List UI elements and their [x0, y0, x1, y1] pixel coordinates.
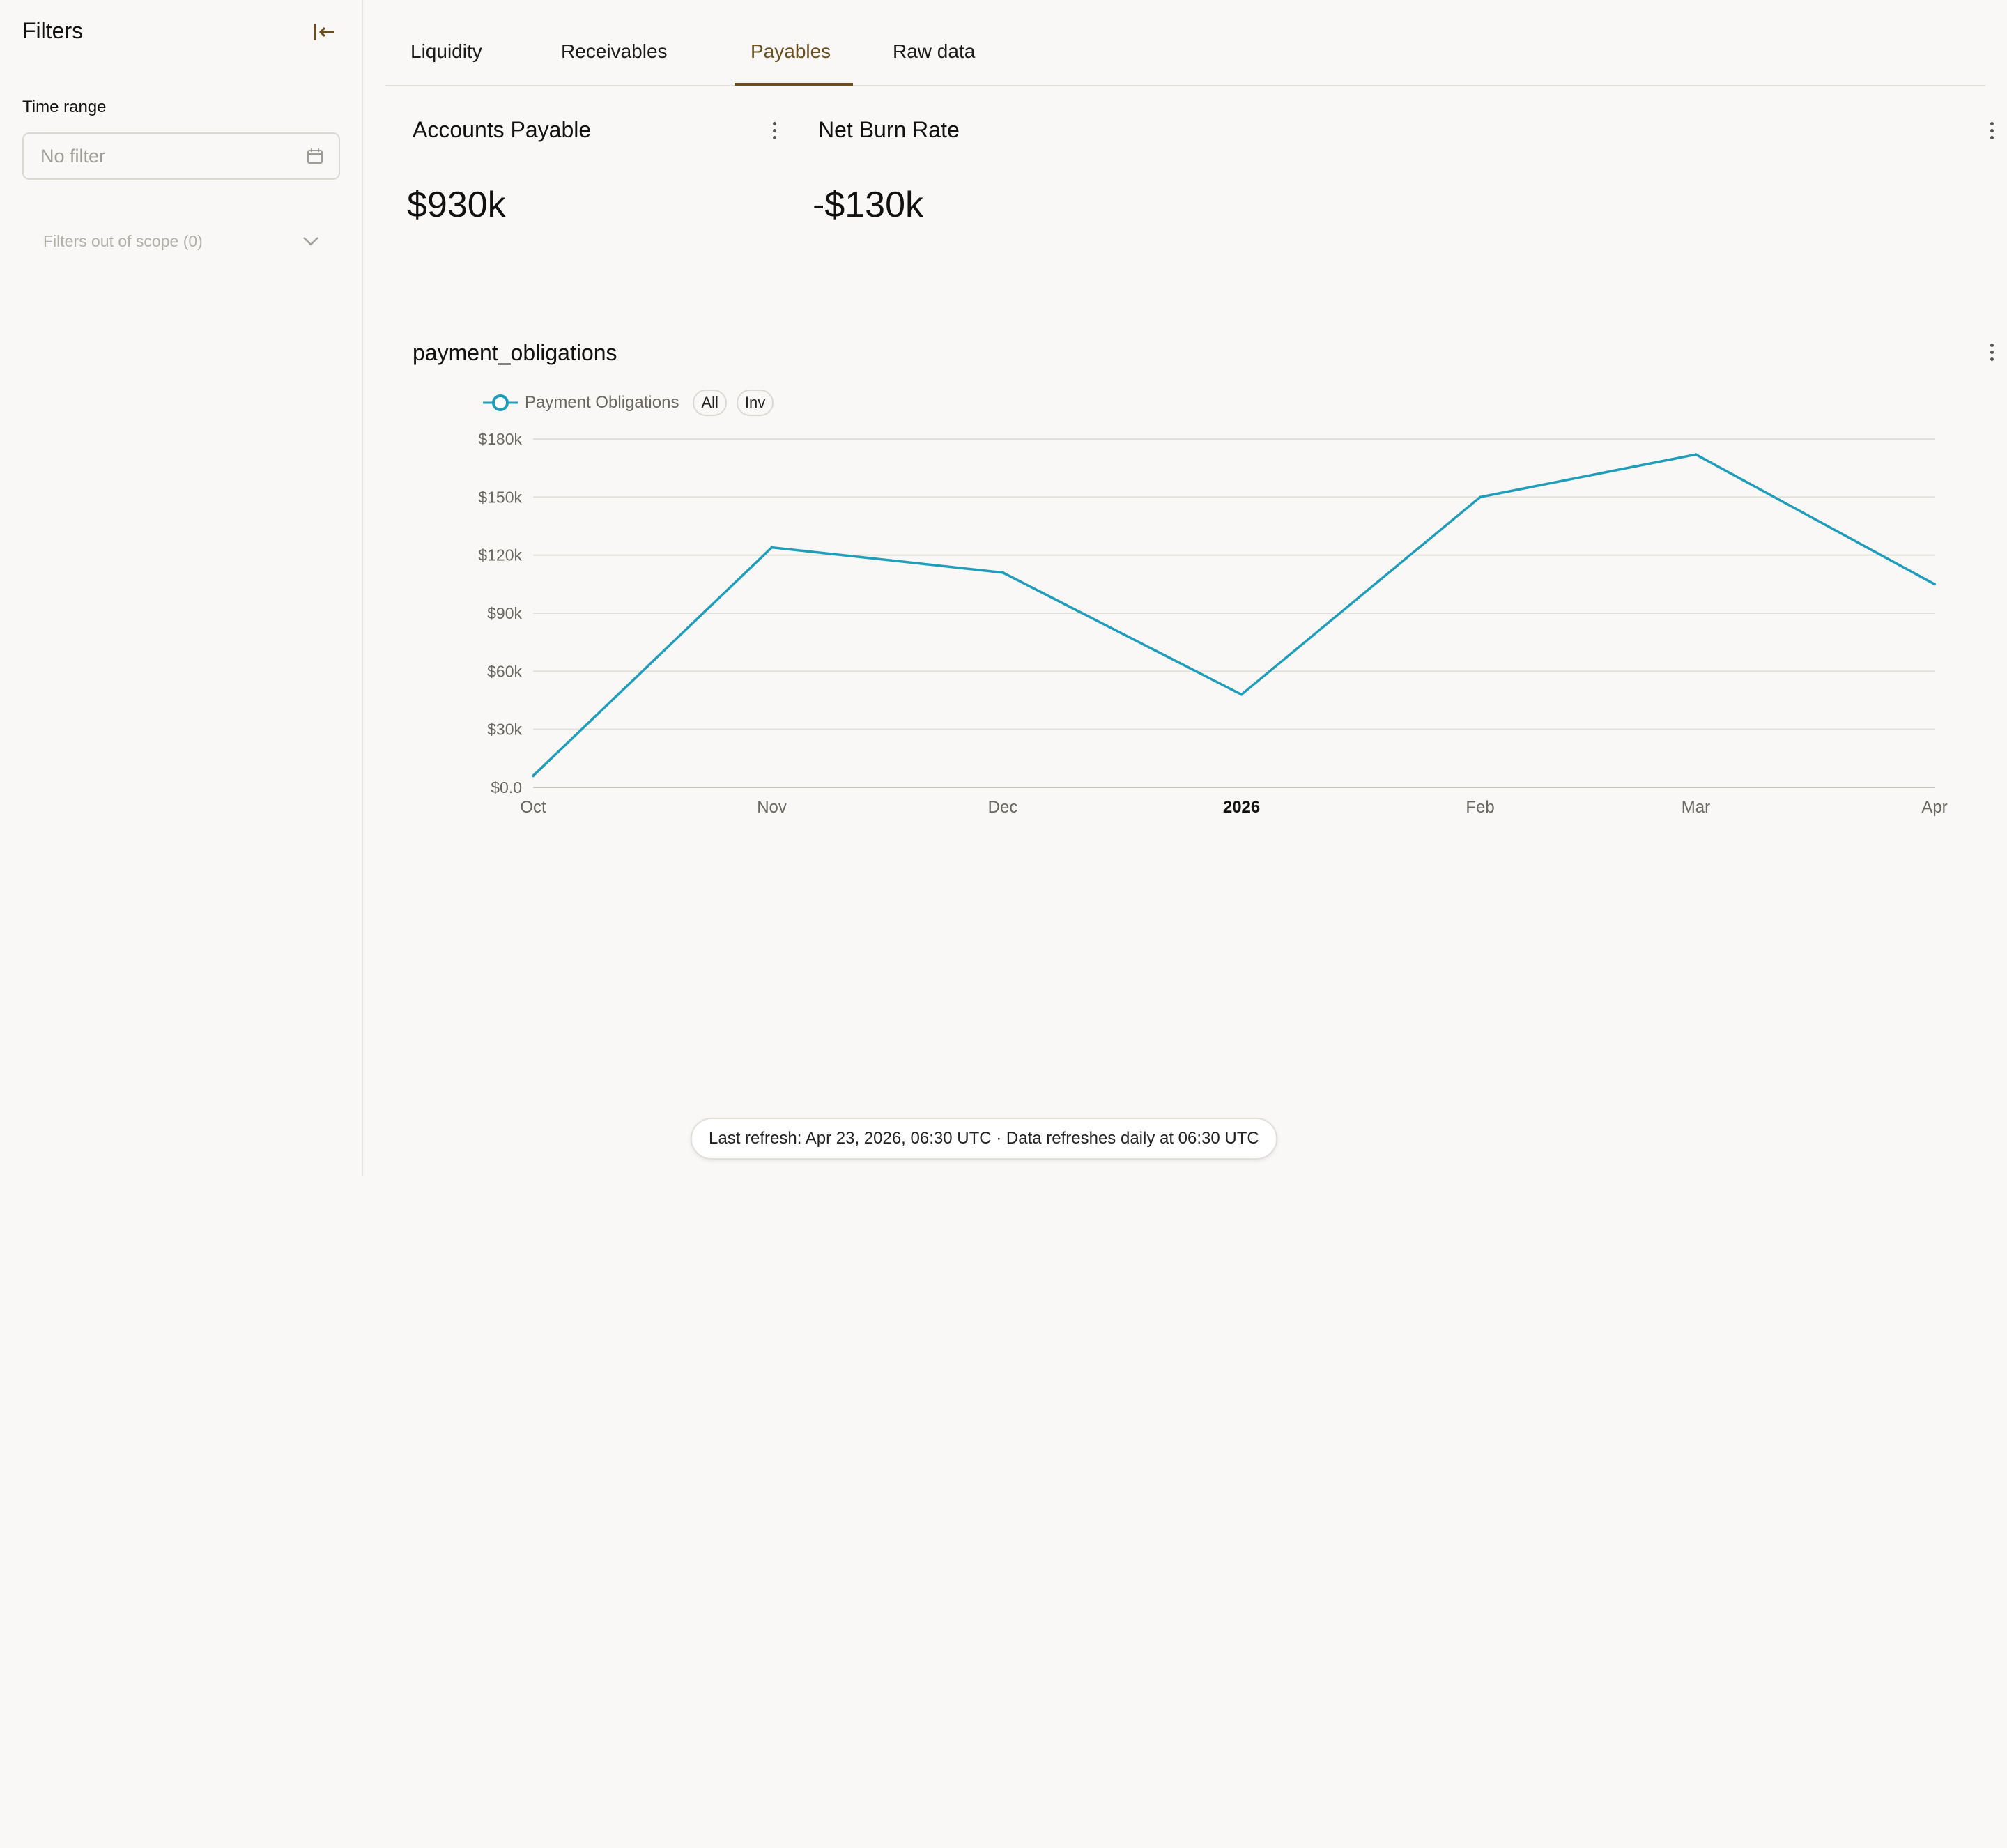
y-tick-label: $90k	[487, 604, 522, 622]
calendar-icon	[307, 148, 323, 164]
collapse-sidebar-button[interactable]	[309, 18, 340, 46]
app-root: Filters Time range Filters out of scope …	[0, 0, 2007, 1176]
filters-sidebar: Filters Time range Filters out of scope …	[0, 0, 363, 1176]
time-range-field[interactable]	[22, 132, 340, 180]
data-point	[532, 774, 535, 778]
y-tick-label: $60k	[487, 662, 522, 680]
x-tick-label: Apr	[1921, 798, 1947, 817]
data-point	[1933, 583, 1936, 586]
x-tick-label: Oct	[520, 798, 546, 817]
x-tick-label: Dec	[988, 798, 1018, 817]
data-point	[1479, 495, 1482, 499]
data-point	[1001, 571, 1005, 574]
y-tick-label: $0.0	[491, 778, 522, 796]
y-tick-label: $120k	[478, 546, 522, 564]
dashboard-main: Liquidity Receivables Payables Raw data …	[364, 0, 2007, 1176]
collapse-left-icon	[314, 24, 334, 40]
y-tick-label: $30k	[487, 721, 522, 739]
filters-out-of-scope-label: Filters out of scope (0)	[43, 231, 203, 250]
chevron-down-icon	[303, 237, 318, 246]
x-tick-label: Feb	[1466, 798, 1494, 817]
time-range-label: Time range	[22, 98, 107, 116]
filters-out-of-scope-toggle[interactable]: Filters out of scope (0)	[22, 220, 340, 262]
data-point	[770, 546, 774, 549]
series-line-payment-obligations	[532, 453, 1935, 777]
data-point	[1240, 693, 1243, 696]
time-range-input[interactable]	[39, 144, 307, 168]
x-tick-label: Nov	[757, 798, 787, 817]
y-tick-label: $180k	[478, 430, 522, 448]
payment-obligations-chart: $0.0 $30k $60k $90k $120k $150k $180k Oct Nov Dec…	[478, 430, 1947, 817]
y-tick-label: $150k	[478, 488, 522, 506]
x-tick-label: Mar	[1682, 798, 1710, 817]
data-point	[1694, 453, 1698, 456]
sidebar-title: Filters	[22, 18, 84, 43]
x-tick-label: 2026	[1223, 798, 1260, 817]
last-refresh-badge: Last refresh: Apr 23, 2026, 06:30 UTC · …	[691, 1118, 1277, 1160]
